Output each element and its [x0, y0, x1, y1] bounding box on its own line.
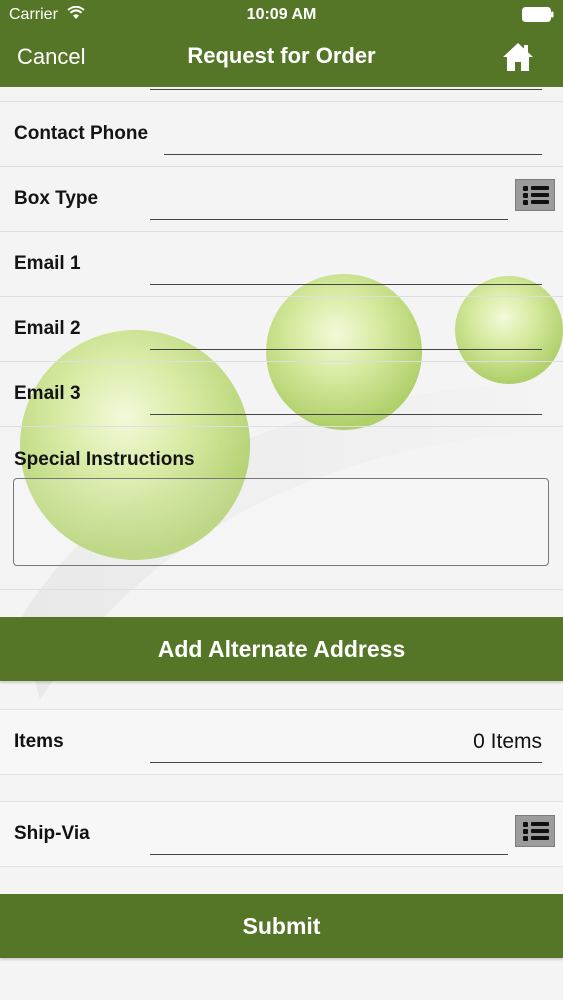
- email-3-field[interactable]: [150, 384, 542, 415]
- form-row-box-type: Box Type: [0, 167, 563, 232]
- box-type-label: Box Type: [14, 188, 99, 209]
- items-field[interactable]: 0 Items: [150, 730, 542, 763]
- add-alternate-address-button[interactable]: Add Alternate Address: [0, 617, 563, 681]
- form-row-email-1: Email 1: [0, 232, 563, 297]
- submit-button[interactable]: Submit: [0, 894, 563, 958]
- ship-via-label: Ship-Via: [14, 823, 90, 844]
- email-1-label: Email 1: [14, 253, 81, 274]
- special-instructions-textarea[interactable]: [13, 478, 549, 566]
- ship-via-section: Ship-Via: [0, 801, 563, 867]
- items-label: Items: [14, 731, 64, 752]
- email-1-field[interactable]: [150, 254, 542, 285]
- contact-phone-field[interactable]: [164, 124, 542, 155]
- navigation-bar: Cancel Request for Order: [0, 30, 563, 87]
- contact-phone-label: Contact Phone: [14, 123, 149, 144]
- email-2-label: Email 2: [14, 318, 81, 339]
- special-instructions-label: Special Instructions: [14, 449, 195, 470]
- form-row-email-2: Email 2: [0, 297, 563, 362]
- ship-via-field[interactable]: [150, 824, 508, 855]
- form-row-contact-phone: Contact Phone: [0, 102, 563, 167]
- form-row-email-3: Email 3: [0, 362, 563, 427]
- box-type-list-icon[interactable]: [515, 179, 555, 211]
- clock: 10:09 AM: [246, 6, 317, 23]
- email-2-field[interactable]: [150, 319, 542, 350]
- page-title: Request for Order: [187, 43, 376, 68]
- home-icon[interactable]: [501, 41, 535, 73]
- status-bar: Carrier 10:09 AM: [0, 0, 563, 30]
- box-type-field[interactable]: [150, 189, 508, 220]
- battery-icon: [522, 7, 554, 22]
- items-section: Items 0 Items: [0, 709, 563, 775]
- ship-via-list-icon[interactable]: [515, 815, 555, 847]
- email-3-label: Email 3: [14, 383, 81, 404]
